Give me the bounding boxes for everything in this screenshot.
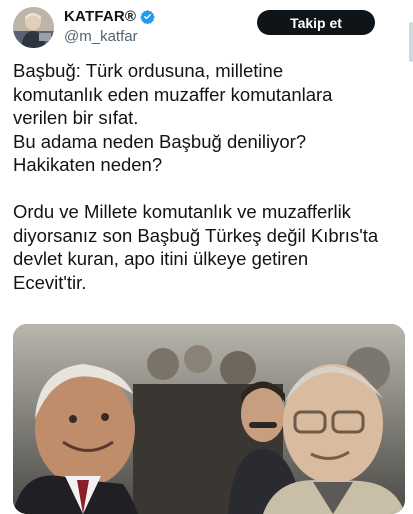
scrollbar[interactable]: [409, 22, 413, 62]
tweet-line: komutanlık eden muzaffer komutanlara: [13, 83, 333, 105]
tweet-line: verilen bir sıfat.: [13, 107, 139, 128]
tweet-line: Bu adama neden Başbuğ deniliyor?: [13, 130, 307, 152]
follow-button[interactable]: Takip et: [257, 10, 375, 35]
avatar[interactable]: [13, 7, 54, 48]
user-handle[interactable]: @m_katfar: [64, 28, 138, 45]
tweet-photo[interactable]: [13, 324, 405, 514]
tweet-line: Başbuğ: Türk ordusuna, milletine: [13, 60, 284, 81]
display-name[interactable]: KATFAR®: [64, 8, 136, 25]
tweet-text: Başbuğ: Türk ordusuna, milletine komutan…: [13, 59, 405, 294]
tweet-line: Ordu ve Millete komutanlık ve muzafferli…: [13, 201, 351, 222]
tweet-line: Ecevit'tir.: [13, 271, 87, 293]
tweet-line: Hakikaten neden?: [13, 154, 163, 175]
tweet-line: devlet kuran, apo itini ülkeye getiren: [13, 248, 309, 269]
verified-badge-icon: [140, 9, 155, 25]
user-name-row: KATFAR®: [64, 8, 155, 25]
tweet-line: diyorsanız son Başbuğ Türkeş değil Kıbrı…: [13, 224, 379, 246]
